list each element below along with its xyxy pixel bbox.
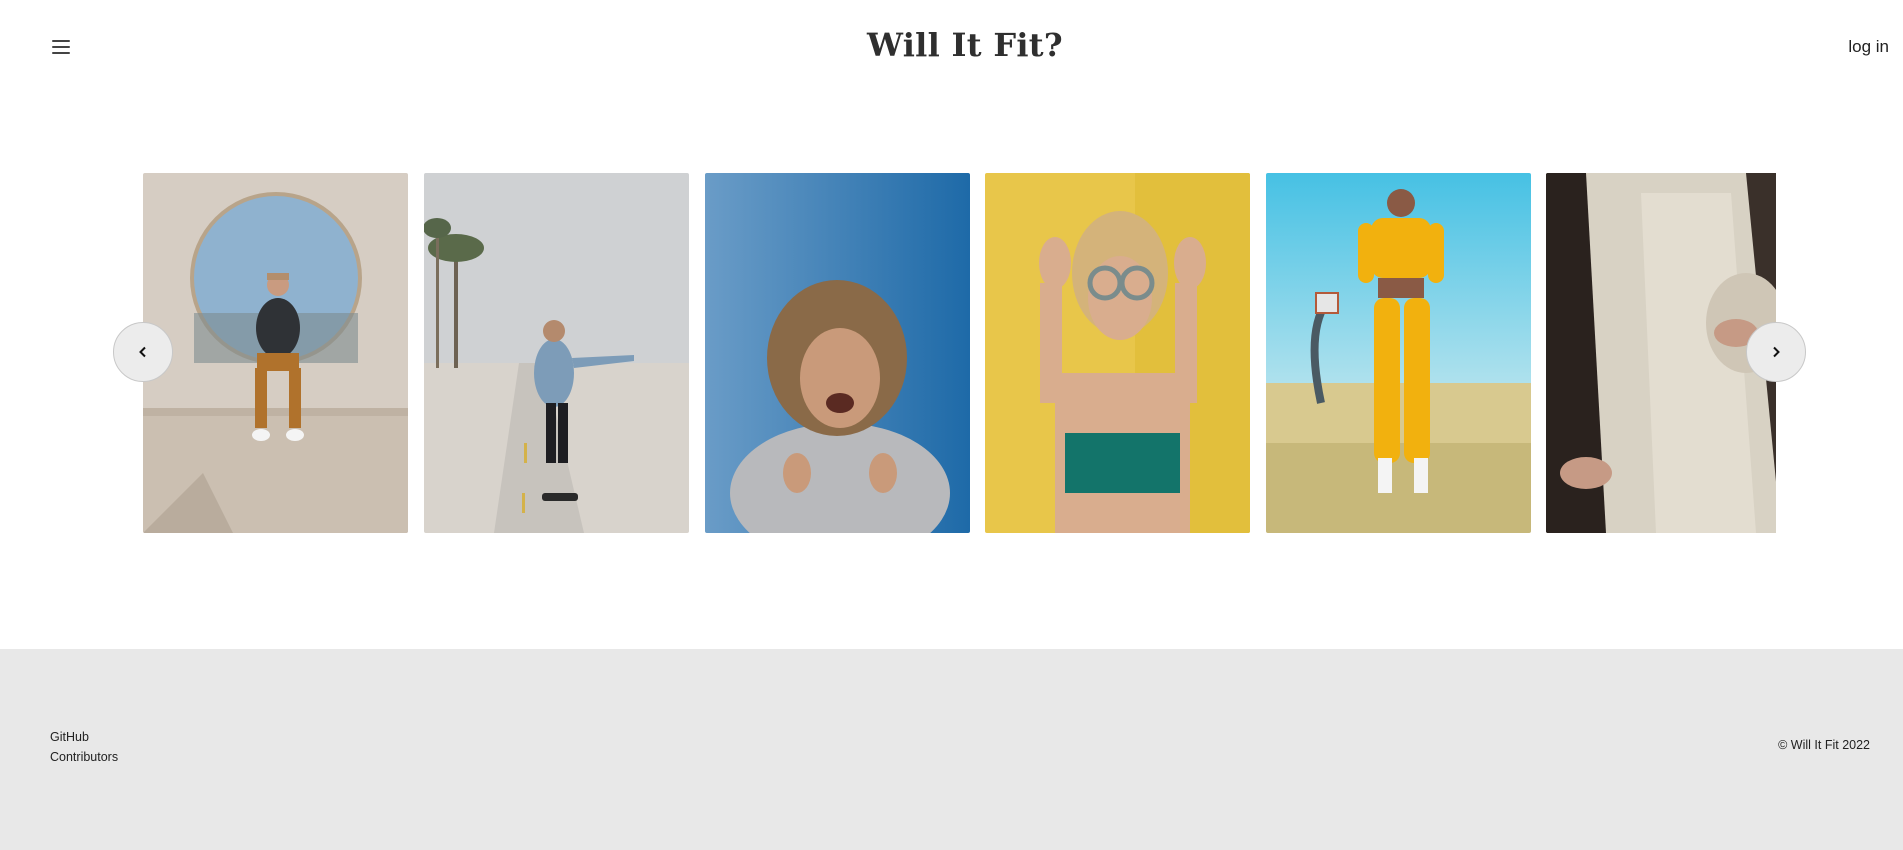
carousel-card[interactable]: [985, 173, 1250, 533]
carousel-next-button[interactable]: [1746, 322, 1806, 382]
copyright-text: © Will It Fit 2022: [1778, 738, 1870, 752]
photo-woman-yellow-tracksuit: [1266, 173, 1531, 533]
photo-carousel: [143, 173, 1776, 533]
footer-link-github[interactable]: GitHub: [50, 727, 118, 747]
photo-man-circle-window: [143, 173, 408, 533]
carousel-card[interactable]: [705, 173, 970, 533]
photo-laughing-woman-curly-hair: [705, 173, 970, 533]
chevron-left-icon: [139, 346, 146, 358]
chevron-right-icon: [1773, 346, 1780, 358]
carousel-card[interactable]: [424, 173, 689, 533]
carousel-prev-button[interactable]: [113, 322, 173, 382]
photo-man-skateboarding: [424, 173, 689, 533]
footer-links: GitHub Contributors: [50, 727, 118, 767]
footer-link-contributors[interactable]: Contributors: [50, 747, 118, 767]
carousel-card[interactable]: [143, 173, 408, 533]
site-footer: GitHub Contributors © Will It Fit 2022: [0, 649, 1903, 850]
carousel-card[interactable]: [1266, 173, 1531, 533]
photo-woman-round-sunglasses: [985, 173, 1250, 533]
login-link[interactable]: log in: [1848, 37, 1889, 57]
carousel-card[interactable]: [1546, 173, 1776, 533]
site-header: Will It Fit? log in: [0, 0, 1903, 94]
photo-person-cream-trousers: [1546, 173, 1776, 533]
site-title: Will It Fit?: [867, 26, 1063, 64]
